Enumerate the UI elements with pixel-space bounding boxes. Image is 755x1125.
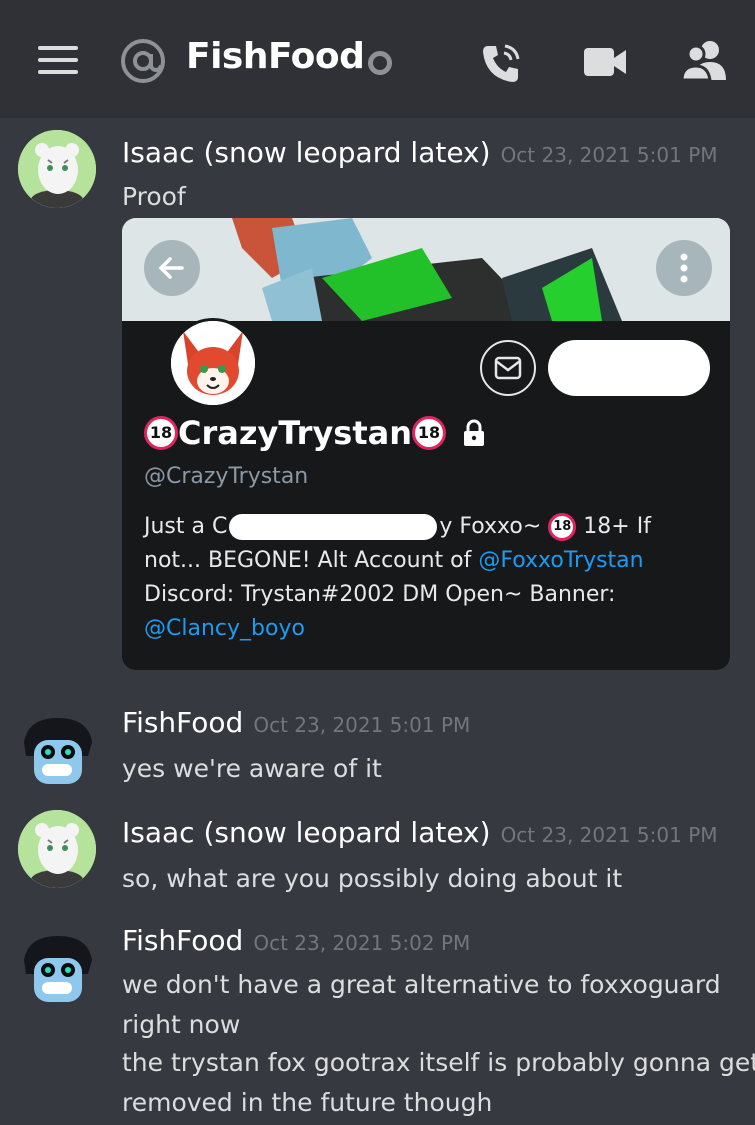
message-text: removed in the future though xyxy=(122,1088,493,1117)
message-text: we don't have a great alternative to fox… xyxy=(122,970,721,999)
banner-artwork xyxy=(122,218,730,321)
bio-text: Discord: Trystan#2002 DM Open~ Banner: xyxy=(144,582,616,607)
avatar-image xyxy=(18,130,96,208)
redaction-mark xyxy=(229,514,438,540)
message-text: so, what are you possibly doing about it xyxy=(122,864,623,893)
avatar-image xyxy=(18,810,96,888)
bio-text: 18+ If xyxy=(583,514,651,539)
bio-mention-link[interactable]: @FoxxoTrystan xyxy=(478,548,643,573)
menu-icon[interactable] xyxy=(38,46,78,74)
lock-icon xyxy=(464,419,485,446)
channel-title: FishFood xyxy=(186,36,365,77)
avatar-image xyxy=(18,712,96,790)
more-vertical-icon xyxy=(680,253,688,283)
back-button[interactable] xyxy=(144,240,200,296)
avatar[interactable] xyxy=(18,930,96,1008)
arrow-left-icon xyxy=(158,257,184,279)
fox-avatar-image xyxy=(171,321,255,405)
message-text: yes we're aware of it xyxy=(122,754,382,783)
message-timestamp: Oct 23, 2021 5:01 PM xyxy=(500,823,718,847)
message-author[interactable]: FishFood xyxy=(122,706,243,739)
follow-button[interactable] xyxy=(548,340,710,396)
channel-header: FishFood xyxy=(0,0,755,118)
video-icon[interactable] xyxy=(582,44,628,80)
message-text: the trystan fox gootrax itself is probab… xyxy=(122,1048,755,1077)
profile-handle: @CrazyTrystan xyxy=(144,464,309,489)
message-text: right now xyxy=(122,1010,241,1039)
bio-text: Just a C xyxy=(144,514,228,539)
age-18-badge: 18 xyxy=(144,416,178,450)
message-timestamp: Oct 23, 2021 5:01 PM xyxy=(500,143,718,167)
avatar[interactable] xyxy=(18,712,96,790)
bio-text: y Foxxo~ xyxy=(439,514,542,539)
age-18-badge: 18 xyxy=(412,416,447,450)
message-timestamp: Oct 23, 2021 5:02 PM xyxy=(253,931,471,955)
profile-bio: Just a C y Foxxo~ 18 18+ If not... BEGONE… xyxy=(144,510,714,646)
message-button[interactable] xyxy=(480,340,536,396)
at-icon xyxy=(121,39,165,83)
avatar-image xyxy=(18,930,96,1008)
avatar[interactable] xyxy=(18,810,96,888)
avatar[interactable] xyxy=(18,130,96,208)
bio-mention-link[interactable]: @Clancy_boyo xyxy=(144,612,714,646)
bio-text: not... BEGONE! Alt Account of xyxy=(144,548,472,573)
age-18-badge: 18 xyxy=(548,513,577,541)
message-author[interactable]: Isaac (snow leopard latex) xyxy=(122,816,491,849)
more-options-button[interactable] xyxy=(656,240,712,296)
message-text: Proof xyxy=(122,182,186,211)
profile-name-row: 18 CrazyTrystan 18 xyxy=(144,414,487,458)
profile-banner xyxy=(122,218,730,321)
profile-avatar xyxy=(168,318,258,408)
mail-icon xyxy=(494,356,522,380)
status-offline-icon xyxy=(368,51,392,75)
message-author[interactable]: FishFood xyxy=(122,924,243,957)
embedded-image[interactable]: 18 CrazyTrystan 18 @CrazyTrystan Just a Cy… xyxy=(122,218,730,670)
members-icon[interactable] xyxy=(680,38,728,82)
profile-display-name: CrazyTrystan xyxy=(178,414,413,452)
call-icon[interactable] xyxy=(478,40,524,86)
message-timestamp: Oct 23, 2021 5:01 PM xyxy=(253,713,471,737)
message-author[interactable]: Isaac (snow leopard latex) xyxy=(122,136,491,169)
